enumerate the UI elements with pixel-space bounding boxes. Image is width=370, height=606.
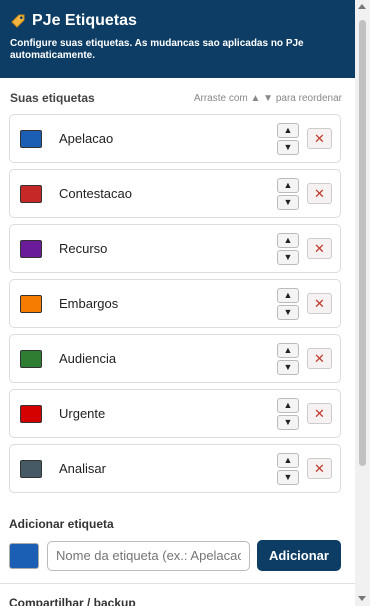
move-down-button[interactable]: ▼ (277, 469, 299, 485)
move-up-button[interactable]: ▲ (277, 342, 299, 358)
label-name: Apelacao (59, 131, 114, 146)
move-down-button[interactable]: ▼ (277, 359, 299, 375)
delete-label-button[interactable]: ✕ (307, 348, 332, 369)
app-subtitle: Configure suas etiquetas. As mudancas sa… (10, 38, 304, 61)
scroll-down-arrow-icon[interactable] (358, 596, 366, 601)
label-name: Embargos (59, 296, 119, 311)
delete-label-button[interactable]: ✕ (307, 403, 332, 424)
label-name: Audiencia (59, 351, 117, 366)
label-row: Contestacao ▲ ▼ ✕ (9, 169, 341, 218)
add-label-button[interactable]: Adicionar (257, 540, 341, 571)
label-name: Analisar (59, 461, 106, 476)
label-name: Urgente (59, 406, 106, 421)
labels-list: Apelacao ▲ ▼ ✕ Contestacao ▲ ▼ ✕ Recurso ▲ ▼ ✕ Embar… (9, 114, 341, 499)
move-down-button[interactable]: ▼ (277, 414, 299, 430)
reorder-controls: ▲ ▼ (277, 342, 299, 375)
delete-label-button[interactable]: ✕ (307, 183, 332, 204)
delete-label-button[interactable]: ✕ (307, 238, 332, 259)
label-color-swatch[interactable] (20, 294, 42, 313)
labels-section-header: Suas etiquetas Arraste com ▲ ▼ para reor… (10, 91, 342, 105)
label-row: Analisar ▲ ▼ ✕ (9, 444, 341, 493)
move-down-button[interactable]: ▼ (277, 139, 299, 155)
reorder-controls: ▲ ▼ (277, 177, 299, 210)
divider (0, 583, 355, 584)
new-label-color-picker[interactable] (9, 542, 39, 569)
label-name: Contestacao (59, 186, 132, 201)
label-color-swatch[interactable] (20, 129, 42, 148)
move-up-button[interactable]: ▲ (277, 452, 299, 468)
label-color-swatch[interactable] (20, 239, 42, 258)
labels-heading: Suas etiquetas (10, 91, 95, 105)
share-backup-heading: Compartilhar / backup (9, 596, 136, 606)
move-down-button[interactable]: ▼ (277, 249, 299, 265)
reorder-controls: ▲ ▼ (277, 287, 299, 320)
header: PJe Etiquetas Configure suas etiquetas. … (0, 0, 355, 78)
label-row: Apelacao ▲ ▼ ✕ (9, 114, 341, 163)
move-up-button[interactable]: ▲ (277, 122, 299, 138)
delete-label-button[interactable]: ✕ (307, 293, 332, 314)
new-label-name-input[interactable] (47, 540, 250, 571)
label-color-swatch[interactable] (20, 184, 42, 203)
label-row: Embargos ▲ ▼ ✕ (9, 279, 341, 328)
add-label-form: Adicionar (9, 540, 341, 571)
reorder-controls: ▲ ▼ (277, 122, 299, 155)
delete-label-button[interactable]: ✕ (307, 458, 332, 479)
add-label-heading: Adicionar etiqueta (9, 517, 114, 531)
reorder-controls: ▲ ▼ (277, 232, 299, 265)
move-up-button[interactable]: ▲ (277, 397, 299, 413)
tag-icon (10, 13, 26, 29)
label-name: Recurso (59, 241, 108, 256)
delete-label-button[interactable]: ✕ (307, 128, 332, 149)
label-color-swatch[interactable] (20, 404, 42, 423)
app-title: PJe Etiquetas (32, 12, 137, 29)
move-up-button[interactable]: ▲ (277, 177, 299, 193)
label-color-swatch[interactable] (20, 349, 42, 368)
move-down-button[interactable]: ▼ (277, 304, 299, 320)
reorder-controls: ▲ ▼ (277, 452, 299, 485)
reorder-controls: ▲ ▼ (277, 397, 299, 430)
move-up-button[interactable]: ▲ (277, 287, 299, 303)
label-color-swatch[interactable] (20, 459, 42, 478)
move-down-button[interactable]: ▼ (277, 194, 299, 210)
scroll-up-arrow-icon[interactable] (358, 4, 366, 9)
reorder-hint: Arraste com ▲ ▼ para reordenar (193, 92, 342, 104)
label-row: Urgente ▲ ▼ ✕ (9, 389, 341, 438)
scroll-thumb[interactable] (359, 20, 366, 466)
scrollbar[interactable] (355, 0, 370, 606)
label-row: Audiencia ▲ ▼ ✕ (9, 334, 341, 383)
move-up-button[interactable]: ▲ (277, 232, 299, 248)
label-row: Recurso ▲ ▼ ✕ (9, 224, 341, 273)
